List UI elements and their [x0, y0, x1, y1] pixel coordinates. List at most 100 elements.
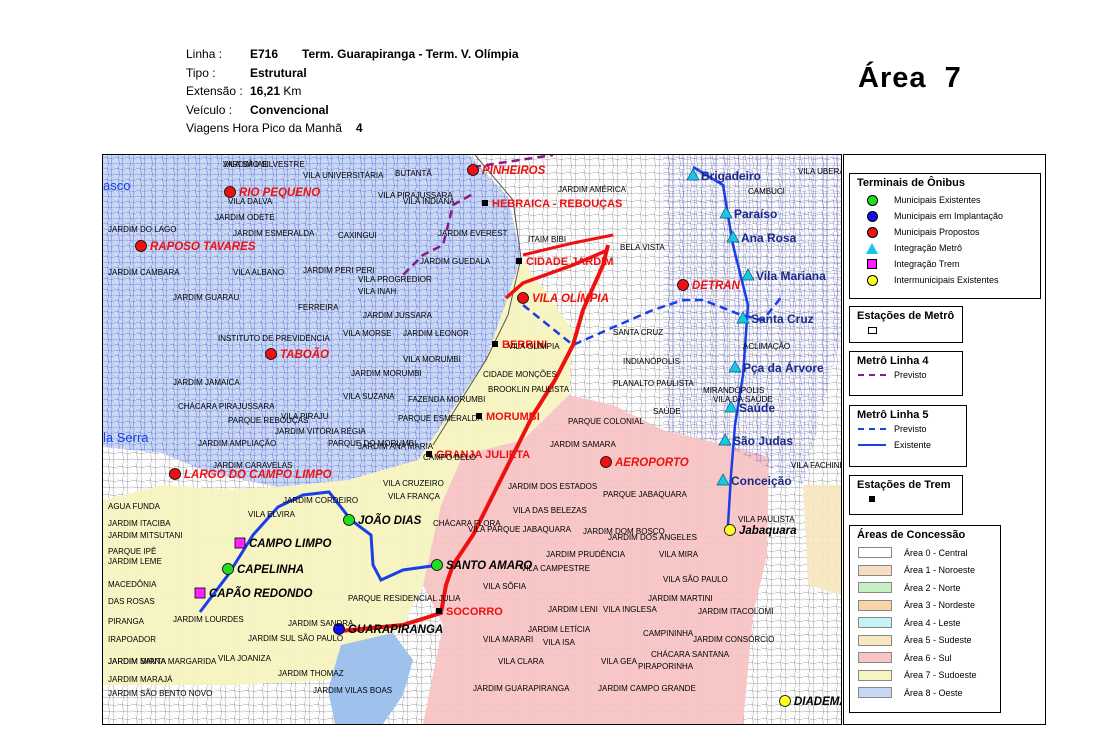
legend-metro-stations-title: Estações de Metrô [857, 310, 955, 322]
neighborhood-label: JARDIM LEONOR [403, 329, 469, 338]
legend-line5-previsto: Previsto [850, 421, 966, 437]
neighborhood-label: PLANALTO PAULISTA [613, 379, 694, 388]
neighborhood-label: JARDIM GUARAU [173, 293, 239, 302]
terminal-marker[interactable]: CAMPO LIMPO [234, 537, 331, 550]
terminal-label: CAMPO LIMPO [249, 538, 331, 550]
train-station-marker[interactable]: SOCORRO [436, 606, 503, 618]
train-station-marker[interactable]: MORUMBI [476, 411, 540, 423]
type-label: Tipo : [186, 65, 216, 80]
terminal-marker[interactable]: CAPÃO REDONDO [194, 587, 313, 600]
edge-label-serra: la Serra [103, 430, 149, 445]
train-station-marker[interactable]: CIDADE JARDIM [516, 256, 613, 268]
train-station-symbol[interactable] [436, 608, 442, 614]
train-station-symbol[interactable] [492, 341, 498, 347]
area-title: Área 7 [858, 62, 962, 94]
neighborhood-label: PARQUE REBOUÇAS [228, 416, 308, 425]
neighborhood-label: JARDIM SÃO BENTO NOVO [108, 689, 212, 698]
terminal-label: LARGO DO CAMPO LIMPO [184, 469, 332, 481]
terminal-label: RAPOSO TAVARES [150, 241, 256, 253]
terminal-marker[interactable]: VILA OLÍMPIA [517, 292, 609, 305]
terminal-symbol[interactable] [779, 695, 791, 707]
terminal-symbol[interactable] [222, 563, 234, 575]
legend-concession-label: Área 3 - Nordeste [904, 600, 976, 611]
vehicle-label: Veículo : [186, 102, 233, 117]
legend-train-stations: Estações de Trem [849, 475, 963, 515]
legend-concession-item: Área 4 - Leste [850, 614, 1000, 632]
neighborhood-label: JARDIM PRUDÊNCIA [546, 550, 626, 559]
neighborhood-label: JARDIM VILAS BOAS [313, 686, 392, 695]
neighborhood-label: CAMPO BELO [423, 453, 476, 462]
neighborhood-label: JARDIM VITÓRIA RÉGIA [275, 427, 366, 436]
terminal-label: PINHEIROS [482, 165, 546, 177]
terminal-symbol[interactable] [677, 279, 689, 291]
neighborhood-label: VILA OLÍMPIA [508, 342, 560, 351]
legend-terminal-item: Municipais em Implantação [850, 208, 1040, 224]
neighborhood-label: MIRANDÓPOLIS [703, 386, 764, 395]
terminal-symbol[interactable] [724, 524, 736, 536]
terminal-symbol[interactable] [517, 292, 529, 304]
terminal-symbol[interactable] [265, 348, 277, 360]
terminal-symbol[interactable] [600, 456, 612, 468]
terminal-label: VILA OLÍMPIA [532, 292, 609, 305]
neighborhood-label: JARDIM LEME [108, 557, 162, 566]
line-code: E716 [250, 47, 279, 61]
neighborhood-label: JARDIM SUL SÃO PAULO [248, 634, 343, 643]
neighborhood-label: JARDIM AMPLIAÇÃO [198, 439, 276, 448]
neighborhood-label: JARDIM CAMBARA [108, 268, 180, 277]
terminal-symbol[interactable] [343, 514, 355, 526]
neighborhood-label: JARDIM DOS ANGELES [608, 533, 697, 542]
neighborhood-label: MACEDÔNIA [108, 580, 157, 589]
legend-terminal-label: Municipais em Implantação [894, 211, 1004, 221]
train-station-marker[interactable]: HEBRAICA - REBOUÇAS [482, 198, 622, 210]
map-frame[interactable]: PINHEIROS RIO PEQUENO RAPOSO TAVARES VILA O… [102, 154, 842, 725]
neighborhood-label: JARDIM MITSUTANI [108, 531, 183, 540]
legend-frame: Terminais de Ônibus Municipais Existente… [843, 154, 1046, 725]
terminal-marker[interactable]: LARGO DO CAMPO LIMPO [169, 468, 332, 482]
neighborhood-label: VILA MARARI [483, 635, 533, 644]
terminal-symbol[interactable] [234, 537, 246, 549]
neighborhood-label: JARDIM EVEREST [438, 229, 507, 238]
neighborhood-label: CHÁCARA PIRAJUSSARA [178, 402, 275, 411]
trips-value: 4 [355, 121, 363, 135]
neighborhood-label: JARDIM LETÍCIA [528, 625, 591, 634]
neighborhood-label: JARDIM LENI [548, 605, 598, 614]
legend-concession-label: Área 0 - Central [904, 547, 968, 558]
legend-metro-stations: Estações de Metrô [849, 306, 963, 343]
train-station-symbol[interactable] [516, 258, 522, 264]
terminal-symbol[interactable] [467, 164, 479, 176]
neighborhood-label: JARDIM GUEDALA [420, 257, 491, 266]
terminal-symbol[interactable] [431, 559, 443, 571]
neighborhood-label: INSTITUTO DE PREVIDÊNCIA [218, 334, 331, 343]
legend-concession-item: Área 5 - Sudeste [850, 632, 1000, 650]
neighborhood-label: INDIANÓPOLIS [623, 357, 680, 366]
neighborhood-label: JARDIM DO LAGO [108, 225, 176, 234]
map-canvas[interactable]: PINHEIROSRIO PEQUENORAPOSO TAVARESVILA O… [103, 155, 841, 724]
terminal-symbol[interactable] [194, 587, 206, 599]
neighborhood-label: PIRANGA [108, 617, 145, 626]
terminal-marker[interactable]: RAPOSO TAVARES [135, 240, 256, 254]
terminal-symbol[interactable] [135, 240, 147, 252]
neighborhood-label: VILA CLARA [498, 657, 544, 666]
neighborhood-label: SANTA CRUZ [613, 328, 663, 337]
legend-concession-label: Área 7 - Sudoeste [904, 670, 977, 681]
terminal-symbol[interactable] [224, 186, 236, 198]
terminal-label: GUARAPIRANGA [348, 624, 443, 636]
terminal-label: TABOÃO [280, 348, 329, 361]
neighborhood-label: DAS ROSAS [108, 597, 155, 606]
legend-terminal-item: Integração Trem [850, 256, 1040, 272]
legend-terminal-label: Integração Metrô [894, 243, 963, 253]
train-station-symbol [869, 496, 875, 502]
terminal-marker[interactable]: SANTO AMARO [431, 559, 533, 573]
legend-terminal-item: Municipais Propostos [850, 224, 1040, 240]
neighborhood-label: PARQUE DO MORUMBI [328, 439, 416, 448]
legend-concession-item: Área 0 - Central [850, 544, 1000, 562]
metro-station-marker[interactable]: Pça da Árvore [728, 360, 824, 375]
legend-terminal-symbol [867, 259, 877, 269]
terminal-label: DETRAN [692, 280, 741, 292]
neighborhood-label: PARQUE JABAQUARA [603, 490, 688, 499]
neighborhood-label: JARDIM IAE [223, 160, 268, 169]
neighborhood-label: VILA SÔFIA [483, 582, 527, 591]
train-station-symbol[interactable] [482, 200, 488, 206]
terminal-symbol[interactable] [169, 468, 181, 480]
neighborhood-label: JARDIM ITACIBA [108, 519, 171, 528]
